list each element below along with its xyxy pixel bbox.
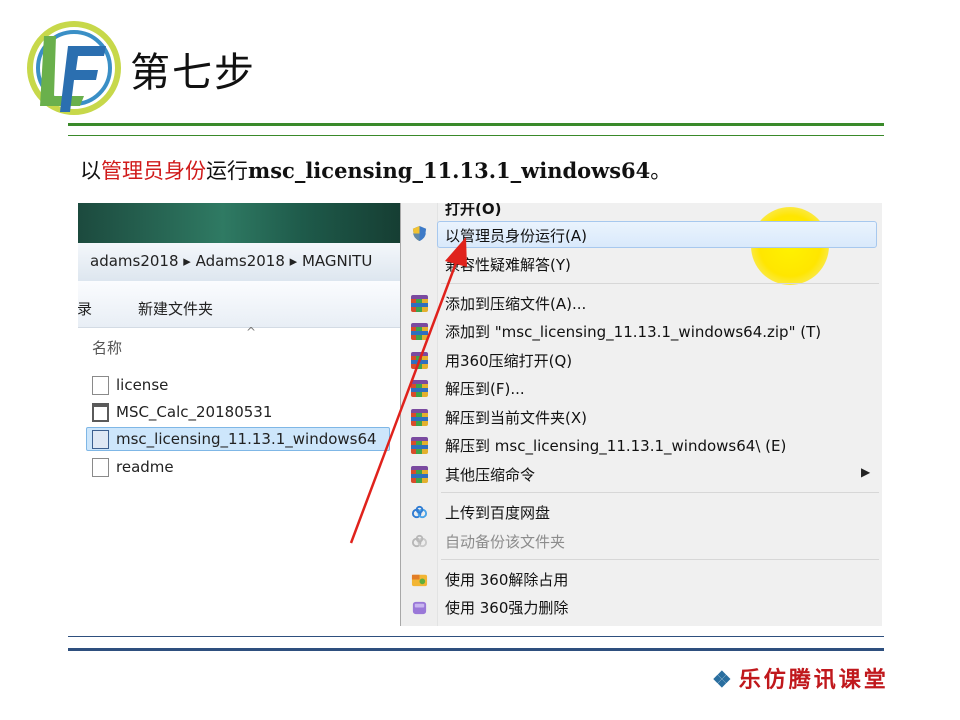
burn-button[interactable]: 刻录 [78, 298, 92, 319]
menu-item-add-zip[interactable]: 添加到 "msc_licensing_11.13.1_windows64.zip… [445, 321, 821, 342]
column-header-name[interactable]: 名称 [92, 337, 122, 358]
new-folder-button[interactable]: 新建文件夹 [138, 298, 213, 319]
breadcrumb[interactable]: adams2018 ▸ Adams2018 ▸ MAGNITU [90, 252, 372, 270]
menu-item-360-delete[interactable]: 使用 360强力删除 [445, 597, 568, 618]
menu-separator [441, 559, 879, 560]
footer-rule-thin [68, 636, 884, 637]
header-rule-thin [68, 135, 884, 136]
instruction-text: 以管理员身份运行msc_licensing_11.13.1_windows64。 [80, 158, 672, 183]
360-delete-icon [412, 601, 427, 615]
footer-rule-thick [68, 648, 884, 651]
360-unlock-icon [411, 574, 428, 587]
menu-item-open[interactable]: 打开(O) [445, 203, 501, 219]
text-file-icon [92, 457, 109, 477]
file-item[interactable]: readme [92, 455, 174, 479]
context-menu: 打开(O) 以管理员身份运行(A) 兼容性疑难解答(Y) 添加到压缩文件(A).… [349, 203, 882, 626]
instruction-highlight: 管理员身份 [101, 159, 206, 183]
lf-logo [27, 21, 121, 115]
menu-separator [441, 492, 879, 493]
instruction-filename: msc_licensing_11.13.1_windows64 [248, 158, 651, 183]
embedded-screenshot: adams2018 ▸ Adams2018 ▸ MAGNITU 刻录 新建文件夹… [78, 203, 882, 626]
menu-item-360-unlock[interactable]: 使用 360解除占用 [445, 569, 568, 590]
file-item[interactable]: MSC_Calc_20180531 [92, 400, 272, 424]
script-file-icon [92, 429, 109, 449]
step-title: 第七步 [130, 50, 256, 96]
header-rule-thick [68, 123, 884, 126]
sort-caret-icon: ^ [246, 325, 257, 339]
brand-logo: ❖ 乐仿腾讯课堂 [712, 667, 889, 693]
menu-separator [441, 283, 879, 284]
file-item[interactable]: license [92, 373, 168, 397]
app-window-icon [92, 402, 109, 422]
text-file-icon [92, 375, 109, 395]
submenu-arrow-icon: ▶ [861, 465, 871, 479]
annotation-arrow [349, 237, 467, 544]
diamond-icon: ❖ [712, 667, 735, 693]
